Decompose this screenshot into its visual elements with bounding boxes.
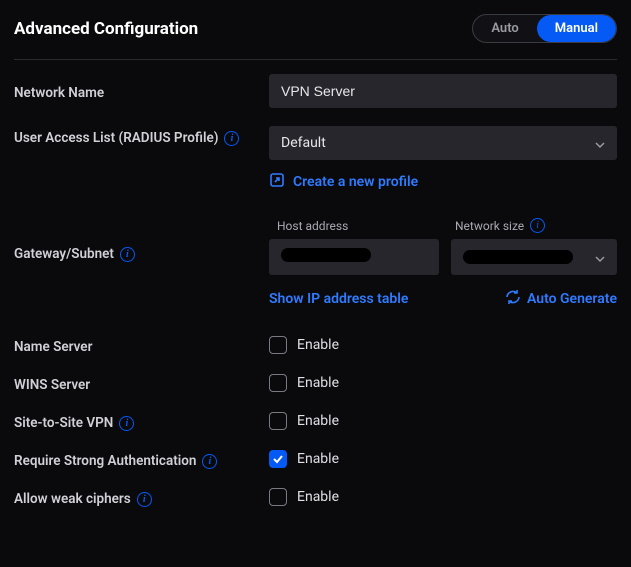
name-server-checkbox[interactable] bbox=[269, 336, 287, 354]
mode-auto-button[interactable]: Auto bbox=[473, 15, 536, 42]
strong-auth-checkbox[interactable] bbox=[269, 450, 287, 468]
wins-server-label: WINS Server bbox=[14, 373, 269, 393]
mode-toggle: Auto Manual bbox=[472, 14, 617, 43]
chevron-down-icon bbox=[595, 138, 605, 148]
user-access-value: Default bbox=[281, 135, 326, 151]
show-ip-table-link[interactable]: Show IP address table bbox=[269, 289, 408, 309]
redacted-value bbox=[281, 248, 371, 262]
network-size-select[interactable] bbox=[451, 239, 617, 275]
gateway-label: Gateway/Subnet bbox=[14, 246, 114, 262]
enable-label: Enable bbox=[297, 451, 339, 467]
network-size-sublabel: Network size bbox=[455, 219, 524, 233]
strong-auth-label: Require Strong Authentication bbox=[14, 453, 196, 469]
refresh-icon bbox=[505, 289, 521, 309]
enable-label: Enable bbox=[297, 375, 339, 391]
weak-ciphers-checkbox[interactable] bbox=[269, 488, 287, 506]
create-profile-link[interactable]: Create a new profile bbox=[269, 172, 617, 192]
name-server-label: Name Server bbox=[14, 335, 269, 355]
user-access-select[interactable]: Default bbox=[269, 126, 617, 160]
network-name-label: Network Name bbox=[14, 81, 269, 101]
info-icon[interactable]: i bbox=[119, 416, 134, 431]
info-icon[interactable]: i bbox=[224, 131, 239, 146]
enable-label: Enable bbox=[297, 337, 339, 353]
chevron-down-icon bbox=[595, 252, 605, 262]
info-icon[interactable]: i bbox=[202, 454, 217, 469]
enable-label: Enable bbox=[297, 489, 339, 505]
redacted-value bbox=[463, 250, 573, 264]
user-access-label: User Access List (RADIUS Profile) bbox=[14, 130, 218, 146]
host-address-sublabel: Host address bbox=[269, 218, 439, 233]
network-name-input[interactable] bbox=[269, 74, 617, 108]
enable-label: Enable bbox=[297, 413, 339, 429]
page-title: Advanced Configuration bbox=[14, 19, 198, 39]
site-to-site-checkbox[interactable] bbox=[269, 412, 287, 430]
external-link-icon bbox=[269, 172, 285, 192]
auto-generate-link[interactable]: Auto Generate bbox=[505, 289, 617, 309]
info-icon[interactable]: i bbox=[120, 247, 135, 262]
info-icon[interactable]: i bbox=[530, 218, 545, 233]
info-icon[interactable]: i bbox=[137, 492, 152, 507]
mode-manual-button[interactable]: Manual bbox=[537, 15, 616, 42]
wins-server-checkbox[interactable] bbox=[269, 374, 287, 392]
weak-ciphers-label: Allow weak ciphers bbox=[14, 491, 131, 507]
site-to-site-label: Site-to-Site VPN bbox=[14, 415, 113, 431]
host-address-input[interactable] bbox=[269, 239, 439, 275]
